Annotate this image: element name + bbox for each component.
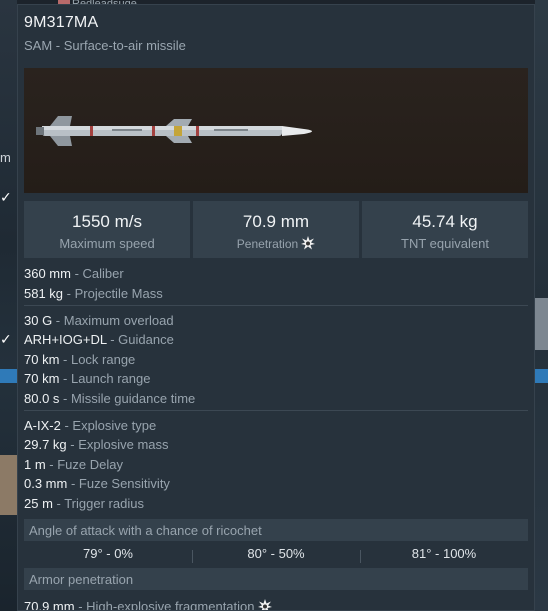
explosion-icon xyxy=(301,236,316,250)
spec-row-trigger-radius: 25 m - Trigger radius xyxy=(24,496,144,511)
spec-row-fuze-delay: 1 m - Fuze Delay xyxy=(24,457,123,472)
explosion-icon xyxy=(257,599,272,610)
spec-row-lock-range: 70 km - Lock range xyxy=(24,352,135,367)
spec-row-launch-range: 70 km - Launch range xyxy=(24,371,150,386)
stat-label: Maximum speed xyxy=(59,236,155,251)
spec-desc: - High-explosive fragmentation xyxy=(74,599,255,611)
spec-row-mass: 581 kg - Projectile Mass xyxy=(24,286,163,301)
spec-row-explosive-mass: 29.7 kg - Explosive mass xyxy=(24,437,169,452)
spec-desc: - Explosive mass xyxy=(66,437,169,452)
spec-desc: - Launch range xyxy=(59,371,151,386)
spec-value: 581 kg xyxy=(24,286,64,301)
stat-label: TNT equivalent xyxy=(401,236,489,251)
missile-image xyxy=(24,68,528,193)
background-selection-stripe xyxy=(535,369,548,383)
ricochet-header: Angle of attack with a chance of ricoche… xyxy=(24,519,528,541)
ricochet-value: 79° - 0% xyxy=(82,546,133,561)
spec-value: 0.3 mm xyxy=(24,476,68,491)
stat-value: 70.9 mm xyxy=(242,212,310,231)
spec-value: 30 G xyxy=(24,313,53,328)
spec-desc: - Caliber xyxy=(70,266,124,281)
spec-value: 1 m xyxy=(24,457,46,472)
spec-value: 360 mm xyxy=(24,266,71,281)
spec-value: 80.0 s xyxy=(24,391,60,406)
stat-tnt-equivalent: 45.74 kg TNT equivalent xyxy=(362,201,528,258)
spec-value: ARH+IOG+DL xyxy=(24,332,107,347)
stat-label: Penetration xyxy=(236,237,299,251)
spec-value: A-IX-2 xyxy=(24,418,61,433)
armor-penetration-header-label: Armor penetration xyxy=(29,572,134,587)
spec-row-guidance-time: 80.0 s - Missile guidance time xyxy=(24,391,195,406)
spec-row-fuze-sensitivity: 0.3 mm - Fuze Sensitivity xyxy=(24,476,170,491)
spec-desc: - Projectile Mass xyxy=(63,286,163,301)
ricochet-value: 80° - 50% xyxy=(247,546,305,561)
stat-penetration: 70.9 mm Penetration xyxy=(193,201,359,258)
checkmark-icon[interactable]: ✓ xyxy=(0,189,17,205)
spec-desc: - Lock range xyxy=(59,352,136,367)
spec-desc: - Fuze Delay xyxy=(45,457,123,472)
spec-desc: - Guidance xyxy=(106,332,174,347)
key-stats: 1550 m/s Maximum speed 70.9 mm Penetrati… xyxy=(24,201,528,258)
stat-value: 45.74 kg xyxy=(412,212,478,231)
spec-row-guidance: ARH+IOG+DL - Guidance xyxy=(24,332,174,347)
stat-max-speed: 1550 m/s Maximum speed xyxy=(24,201,190,258)
divider xyxy=(24,410,528,411)
ricochet-values: 79° - 0% 80° - 50% 81° - 100% xyxy=(24,546,528,566)
spec-value: 29.7 kg xyxy=(24,437,67,452)
divider xyxy=(24,305,528,306)
spec-desc: - Fuze Sensitivity xyxy=(67,476,170,491)
background-portrait xyxy=(0,455,17,515)
background-panel-left xyxy=(0,0,17,611)
stat-label-wrap: Penetration xyxy=(193,236,359,251)
stat-value: 1550 m/s xyxy=(72,212,142,231)
spec-desc: - Explosive type xyxy=(60,418,157,433)
spec-value: 70 km xyxy=(24,371,60,386)
missile-title: 9M317MA xyxy=(24,14,99,31)
armor-penetration-header: Armor penetration xyxy=(24,568,528,590)
armor-penetration-row: 70.9 mm - High-explosive fragmentation xyxy=(24,599,272,611)
background-selection-stripe xyxy=(0,369,17,383)
spec-value: 70 km xyxy=(24,352,60,367)
spec-row-caliber: 360 mm - Caliber xyxy=(24,266,124,281)
spec-value: 70.9 mm xyxy=(24,599,75,611)
background-crew-portrait xyxy=(535,298,548,350)
missile-subtitle: SAM - Surface-to-air missile xyxy=(24,38,186,53)
checkmark-icon[interactable]: ✓ xyxy=(0,331,17,347)
missile-illustration xyxy=(36,116,312,146)
ricochet-value: 81° - 100% xyxy=(411,546,477,561)
ricochet-header-label: Angle of attack with a chance of ricoche… xyxy=(29,523,262,538)
missile-tooltip: 9M317MA SAM - Surface-to-air missile 155… xyxy=(17,4,535,611)
spec-desc: - Missile guidance time xyxy=(59,391,196,406)
spec-desc: - Trigger radius xyxy=(52,496,144,511)
spec-row-overload: 30 G - Maximum overload xyxy=(24,313,174,328)
spec-row-explosive-type: A-IX-2 - Explosive type xyxy=(24,418,156,433)
spec-desc: - Maximum overload xyxy=(52,313,174,328)
background-left-letter: m xyxy=(0,150,11,165)
spec-value: 25 m xyxy=(24,496,53,511)
